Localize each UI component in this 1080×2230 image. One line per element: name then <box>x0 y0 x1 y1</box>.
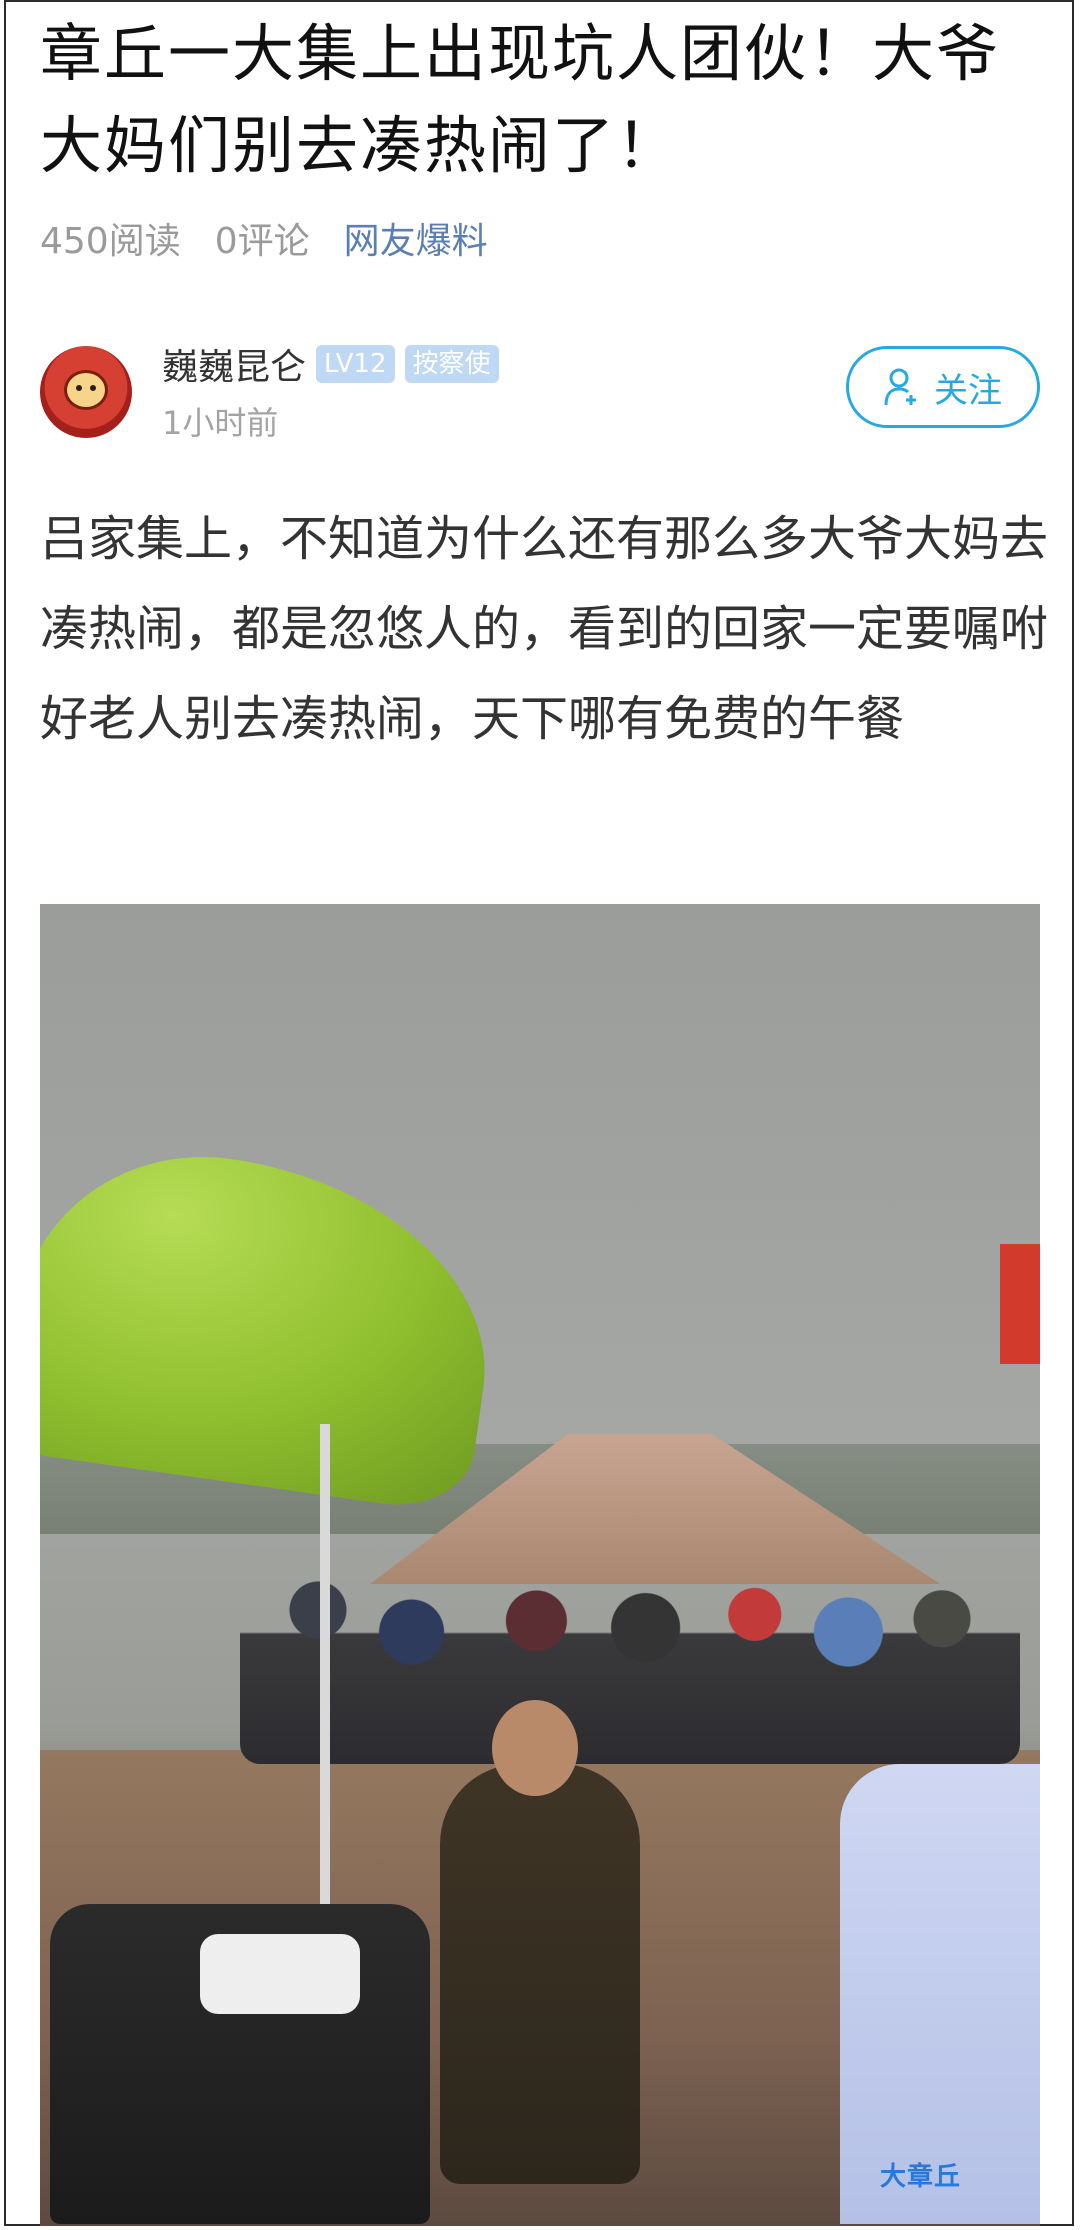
author-line: 巍巍昆仑 LV12 按察使 <box>162 338 499 390</box>
photo-seated-man <box>440 1700 640 2184</box>
post-meta: 450阅读 0评论 网友爆料 <box>40 212 488 264</box>
level-badge: LV12 <box>316 345 395 383</box>
post-title: 章丘一大集上出现坑人团伙！大爷大妈们别去凑热闹了！ <box>40 17 1001 182</box>
read-count: 450阅读 <box>40 221 181 262</box>
photo-scooter <box>50 1904 430 2224</box>
avatar[interactable] <box>40 346 132 438</box>
follow-label: 关注 <box>934 370 1002 411</box>
image-watermark: 大章丘 <box>880 2162 962 2192</box>
role-badge: 按察使 <box>404 345 499 383</box>
photo-umbrella-pole <box>320 1424 330 1904</box>
post-body-text: 吕家集上，不知道为什么还有那么多大爷大妈去凑热闹，都是忽悠人的，看到的回家一定要… <box>40 511 1049 747</box>
avatar-face <box>64 370 108 410</box>
follow-button[interactable]: 关注 <box>846 346 1040 428</box>
user-plus-icon <box>884 368 916 406</box>
photo-crowd <box>240 1544 1020 1764</box>
photo-red-flag <box>1000 1244 1040 1364</box>
comment-count[interactable]: 0评论 <box>215 212 310 264</box>
post-photo-market-scene[interactable] <box>40 904 1040 2226</box>
author-name[interactable]: 巍巍昆仑 <box>162 338 306 390</box>
post-time: 1小时前 <box>162 404 279 442</box>
photo-green-umbrella <box>40 1132 510 1516</box>
photo-person-blue-shirt <box>840 1764 1040 2224</box>
source-category-link[interactable]: 网友爆料 <box>344 212 488 264</box>
